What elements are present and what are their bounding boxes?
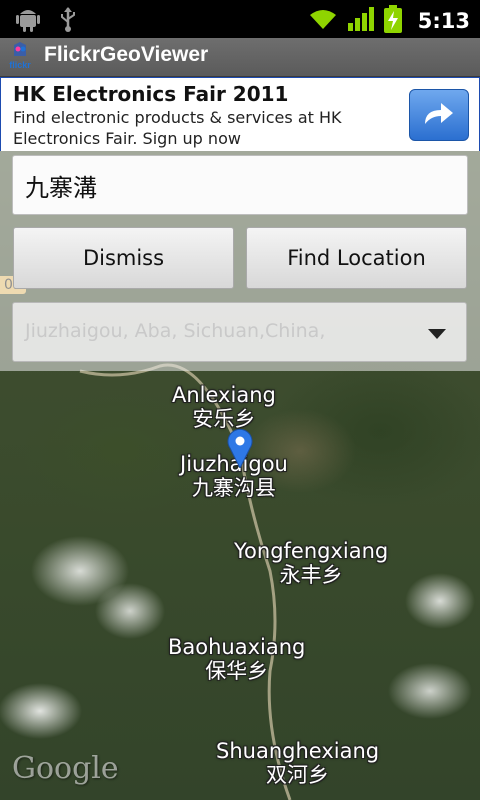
map-label-baohuaxiang: Baohuaxiang 保华乡 [168,635,306,683]
wifi-icon [308,7,338,35]
find-location-button[interactable]: Find Location [246,227,467,289]
location-search-input[interactable] [12,155,468,215]
clock-time: 5:13 [417,9,470,33]
map-label-anlexiang: Anlexiang 安乐乡 [172,383,276,431]
usb-icon [58,6,78,36]
signal-icon [347,7,374,35]
svg-text:flickr: flickr [9,60,31,70]
ad-text: Find electronic products & services at H… [13,108,342,148]
ad-title: HK Electronics Fair 2011 [13,82,289,106]
location-result-spinner[interactable]: Jiuzhaigou, Aba, Sichuan,China, [12,302,467,362]
ad-banner[interactable]: HK Electronics Fair 2011 Find electronic… [0,77,480,152]
app-title: FlickrGeoViewer [44,43,209,66]
dismiss-button[interactable]: Dismiss [13,227,234,289]
location-pin-icon[interactable] [227,428,253,472]
status-bar: 5:13 [0,0,480,38]
battery-charging-icon [383,5,402,37]
android-debug-icon [16,6,40,36]
dropdown-arrow-icon [428,329,446,339]
google-logo: Google [12,751,119,786]
spinner-selected-value: Jiuzhaigou, Aba, Sichuan,China, [25,320,326,342]
ad-open-button[interactable] [409,89,469,141]
title-bar: flickr FlickrGeoViewer [0,38,480,77]
flickr-app-icon: flickr [6,42,34,72]
map-label-shuanghexiang: Shuanghexiang 双河乡 [216,739,380,787]
map-label-yongfengxiang: Yongfengxiang 永丰乡 [234,539,389,587]
share-arrow-icon [421,98,457,132]
